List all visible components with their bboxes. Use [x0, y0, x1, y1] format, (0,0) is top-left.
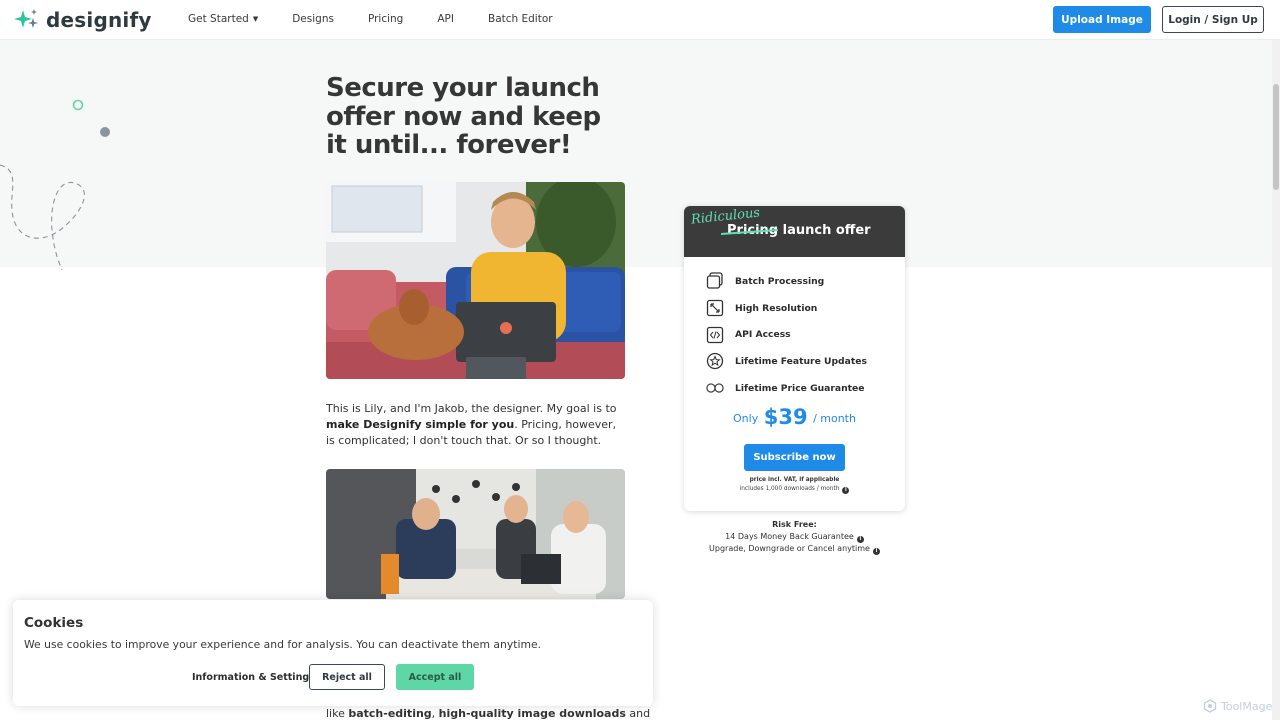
- nav-get-started[interactable]: Get Started ▼: [188, 13, 258, 25]
- upload-image-button[interactable]: Upload Image: [1053, 6, 1151, 33]
- feature-item: Lifetime Feature Updates: [706, 348, 867, 375]
- main-nav: Get Started ▼ Designs Pricing API Batch E…: [188, 13, 587, 25]
- offer-card-title: Pricing launch offer: [727, 223, 871, 238]
- photo-designer-with-dog: [326, 182, 625, 379]
- login-signup-button[interactable]: Login / Sign Up: [1162, 6, 1264, 33]
- feature-list: Batch Processing High Resolution API Acc…: [706, 268, 867, 401]
- info-icon[interactable]: i: [842, 487, 850, 494]
- scrollbar[interactable]: [1272, 40, 1280, 720]
- risk-free-info: Risk Free: 14 Days Money Back Guarantee i…: [684, 519, 905, 555]
- bottom-text-2: ,: [431, 707, 439, 720]
- offer-title-rest: launch offer: [778, 223, 871, 238]
- page-headline: Secure your launch offer now and keep it…: [326, 73, 601, 160]
- nav-api[interactable]: API: [437, 13, 454, 25]
- money-back-text: 14 Days Money Back Guarantee: [725, 532, 854, 541]
- nav-designs[interactable]: Designs: [292, 13, 334, 25]
- cancel-anytime-line: Upgrade, Downgrade or Cancel anytime i: [684, 543, 905, 555]
- intro-text-1: This is Lily, and I'm Jakob, the designe…: [326, 402, 617, 415]
- decorative-doodle-icon: [0, 99, 110, 270]
- nav-batch-editor[interactable]: Batch Editor: [488, 13, 553, 25]
- watermark-logo-icon: [1203, 699, 1217, 713]
- info-icon[interactable]: i: [856, 536, 864, 543]
- price-amount: $39: [763, 405, 808, 429]
- bottom-paragraph: like batch-editing, high-quality image d…: [326, 707, 650, 720]
- photo-team-meeting: [326, 469, 625, 599]
- chevron-down-icon: ▼: [252, 15, 259, 23]
- subscribe-now-button[interactable]: Subscribe now: [744, 444, 845, 471]
- cookie-banner: Cookies We use cookies to improve your e…: [13, 600, 653, 706]
- layers-icon: [706, 272, 724, 290]
- info-icon[interactable]: i: [872, 548, 880, 555]
- feature-label: Lifetime Price Guarantee: [735, 382, 865, 394]
- price-display: Only $39 / month: [684, 405, 905, 429]
- code-icon: [706, 326, 724, 344]
- bottom-bold-2: high-quality image downloads: [438, 707, 626, 720]
- infinity-icon: [706, 379, 724, 397]
- reject-all-button[interactable]: Reject all: [309, 664, 385, 690]
- watermark: ToolMage: [1203, 699, 1272, 713]
- bottom-text-3: and: [625, 707, 651, 720]
- scrollbar-thumb[interactable]: [1273, 84, 1279, 190]
- resize-icon: [706, 299, 724, 317]
- logo-text: designify: [46, 8, 152, 32]
- information-settings-link[interactable]: Information & Settings: [192, 672, 315, 683]
- intro-bold: make Designify simple for you: [326, 418, 515, 431]
- bottom-bold-1: batch-editing: [348, 707, 432, 720]
- vat-note: price incl. VAT, if applicable: [749, 477, 840, 483]
- sparkle-logo-icon: [14, 9, 38, 28]
- downloads-note-text: includes 1,000 downloads / month: [739, 486, 840, 492]
- nav-pricing[interactable]: Pricing: [368, 13, 403, 25]
- intro-paragraph: This is Lily, and I'm Jakob, the designe…: [326, 401, 626, 449]
- feature-label: Lifetime Feature Updates: [735, 355, 867, 367]
- top-navbar: designify Get Started ▼ Designs Pricing A…: [0, 0, 1280, 40]
- star-icon: [706, 352, 724, 370]
- cancel-anytime-text: Upgrade, Downgrade or Cancel anytime: [709, 544, 870, 553]
- feature-label: API Access: [735, 329, 791, 341]
- feature-label: High Resolution: [735, 302, 818, 314]
- feature-item: High Resolution: [706, 295, 867, 322]
- watermark-text: ToolMage: [1221, 699, 1273, 713]
- offer-card-header: Ridiculous Pricing launch offer: [684, 206, 905, 257]
- cookie-title: Cookies: [24, 615, 84, 631]
- logo[interactable]: designify: [14, 8, 152, 32]
- launch-offer-card: Ridiculous Pricing launch offer Batch Pr…: [684, 206, 905, 511]
- feature-label: Batch Processing: [735, 275, 825, 287]
- nav-get-started-label: Get Started: [188, 13, 249, 25]
- bottom-text-1: like: [326, 707, 349, 720]
- feature-item: API Access: [706, 321, 867, 348]
- feature-item: Lifetime Price Guarantee: [706, 375, 867, 402]
- price-prefix: Only: [733, 412, 759, 425]
- feature-item: Batch Processing: [706, 268, 867, 295]
- risk-title: Risk Free:: [772, 520, 817, 529]
- price-suffix: / month: [813, 412, 856, 425]
- accept-all-button[interactable]: Accept all: [396, 664, 474, 690]
- money-back-line: 14 Days Money Back Guarantee i: [684, 531, 905, 543]
- struck-word: Pricing: [727, 223, 779, 238]
- hero-background: [0, 40, 1272, 267]
- downloads-note: includes 1,000 downloads / month i: [684, 486, 905, 494]
- cookie-text: We use cookies to improve your experienc…: [24, 638, 542, 651]
